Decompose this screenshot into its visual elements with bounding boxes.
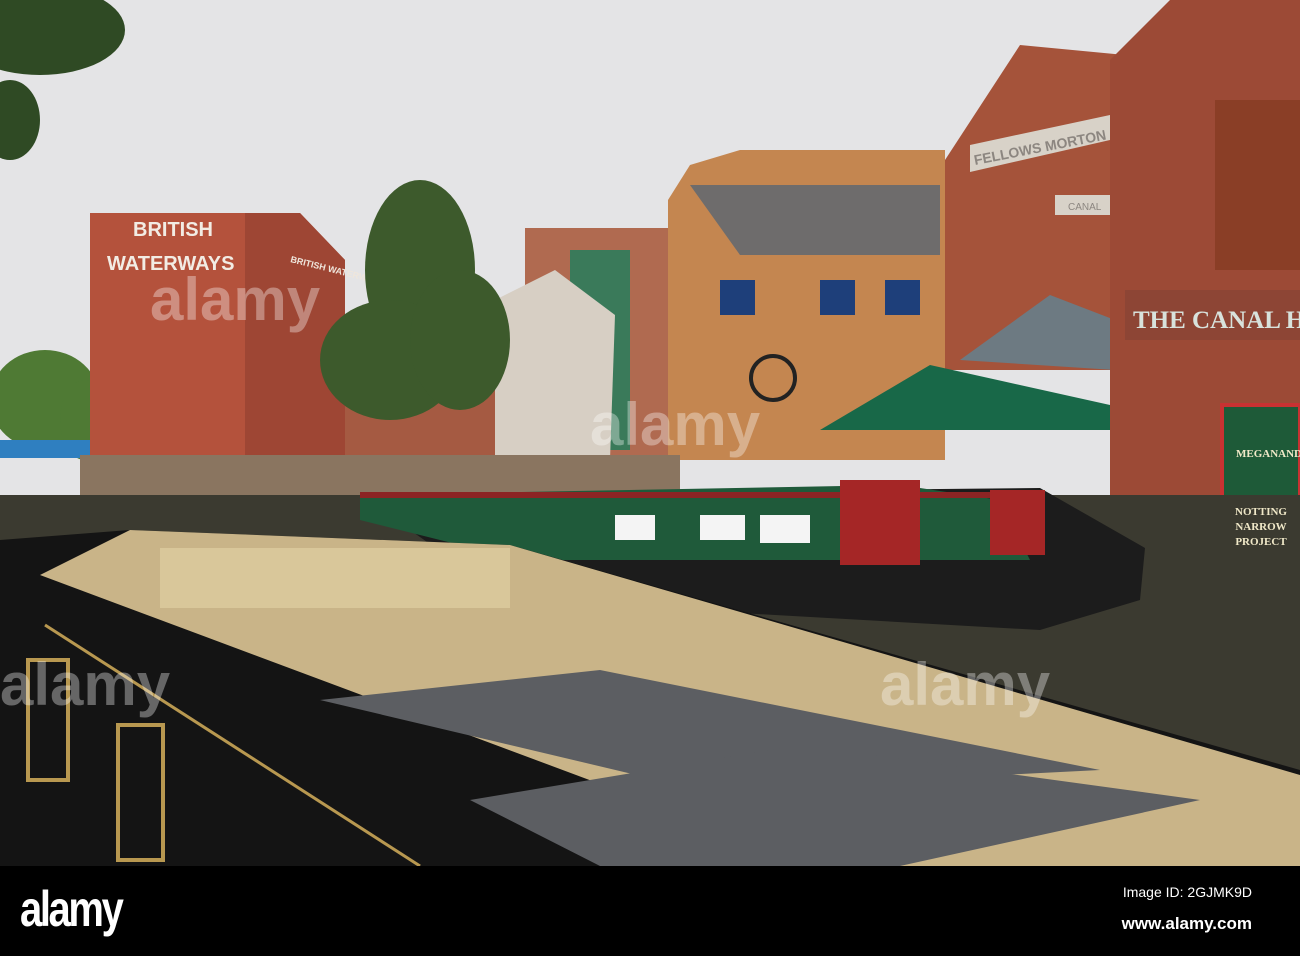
- sign-british: BRITISH: [133, 219, 213, 241]
- door-sign-title: MEGANANDTONKS: [1236, 448, 1300, 460]
- roof-box: [160, 548, 510, 608]
- site-url[interactable]: www.alamy.com: [1122, 914, 1252, 934]
- alamy-logo[interactable]: alamy: [20, 880, 124, 938]
- footer-bar: alamy Image ID: 2GJMK9D www.alamy.com: [0, 866, 1300, 956]
- watermark: alamy: [590, 391, 761, 458]
- canal-photo: BRITISH WATERWAYS BRITISH WATERWAYS FELL…: [0, 0, 1300, 866]
- sign-the-canal-house: THE CANAL H: [1133, 307, 1300, 334]
- image-id: Image ID: 2GJMK9D: [1122, 884, 1252, 900]
- door-sign-line1: NOTTING: [1235, 506, 1287, 518]
- watermark: alamy: [0, 651, 171, 718]
- watermark: alamy: [150, 266, 321, 333]
- watermark: alamy: [880, 651, 1051, 718]
- sign-canal: CANAL: [1068, 202, 1102, 213]
- door-sign-line2: NARROW: [1235, 521, 1286, 533]
- photo-scene: BRITISH WATERWAYS BRITISH WATERWAYS FELL…: [0, 0, 1300, 956]
- door-sign-line3: PROJECT: [1235, 536, 1287, 548]
- door-sign-lines: NOTTING NARROW PROJECT: [1235, 506, 1287, 548]
